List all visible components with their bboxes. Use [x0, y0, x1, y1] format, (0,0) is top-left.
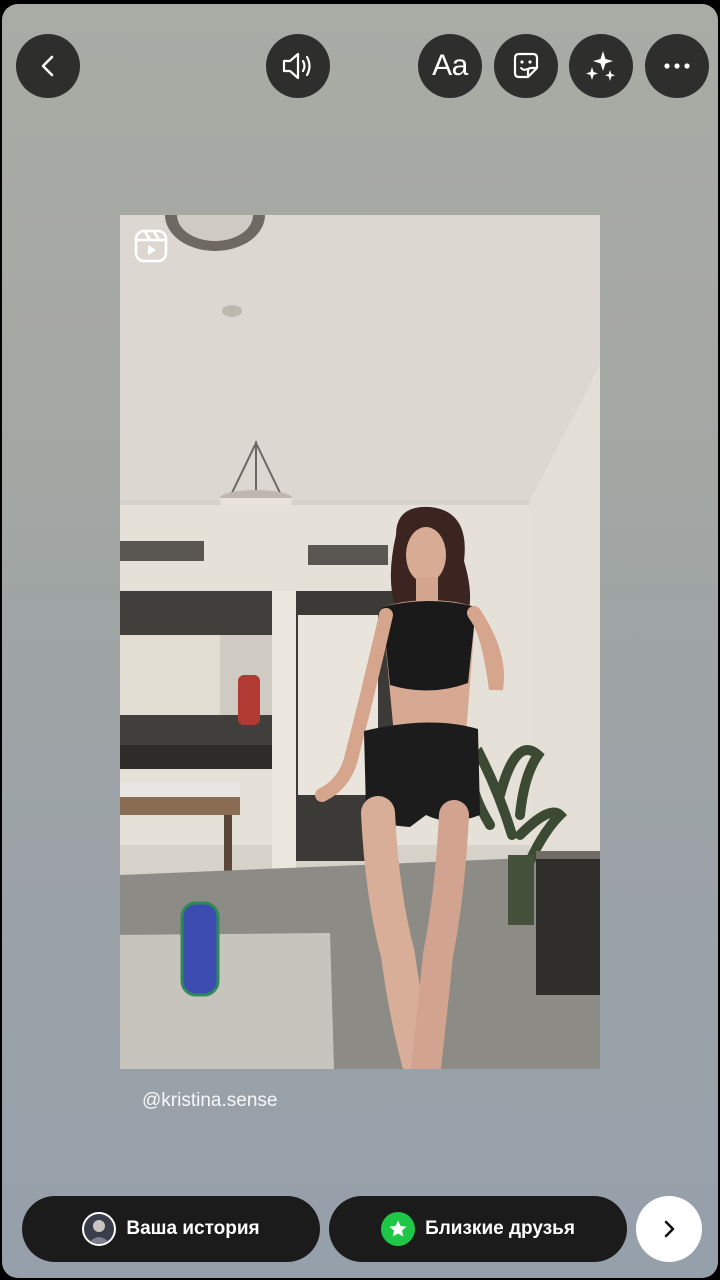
sound-button[interactable]: [266, 34, 330, 98]
avatar: [82, 1212, 117, 1246]
more-button[interactable]: [645, 34, 709, 98]
sparkles-icon: [586, 51, 615, 81]
story-canvas: Aa @kristina.sense Ваша история Близкие …: [2, 4, 718, 1278]
chevron-left-icon: [41, 55, 54, 77]
close-friends-badge: [381, 1212, 416, 1246]
reel-preview[interactable]: [120, 215, 600, 1069]
text-tool-button[interactable]: Aa: [418, 34, 482, 98]
close-friends-label: Близкие друзья: [425, 1218, 575, 1239]
chevron-right-icon: [664, 1220, 675, 1238]
your-story-button[interactable]: Ваша история: [22, 1196, 320, 1262]
back-button[interactable]: [16, 34, 80, 98]
next-button[interactable]: [636, 1196, 702, 1262]
share-bar: Ваша история Близкие друзья: [2, 1196, 718, 1262]
user-avatar-icon: [84, 1214, 115, 1244]
sticker-icon: [513, 52, 539, 79]
text-tool-label: Aa: [432, 49, 468, 82]
story-editor-screen: Aa @kristina.sense Ваша история Близкие …: [0, 0, 720, 1280]
reels-icon: [134, 229, 168, 263]
speaker-icon: [282, 52, 311, 80]
effects-button[interactable]: [569, 34, 633, 98]
close-friends-button[interactable]: Близкие друзья: [329, 1196, 627, 1262]
mention-sticker[interactable]: @kristina.sense: [142, 1090, 277, 1112]
your-story-label: Ваша история: [126, 1218, 260, 1239]
more-horizontal-icon: [664, 63, 690, 69]
sticker-button[interactable]: [494, 34, 558, 98]
reel-thumbnail: [120, 215, 600, 1069]
star-icon: [389, 1220, 407, 1237]
